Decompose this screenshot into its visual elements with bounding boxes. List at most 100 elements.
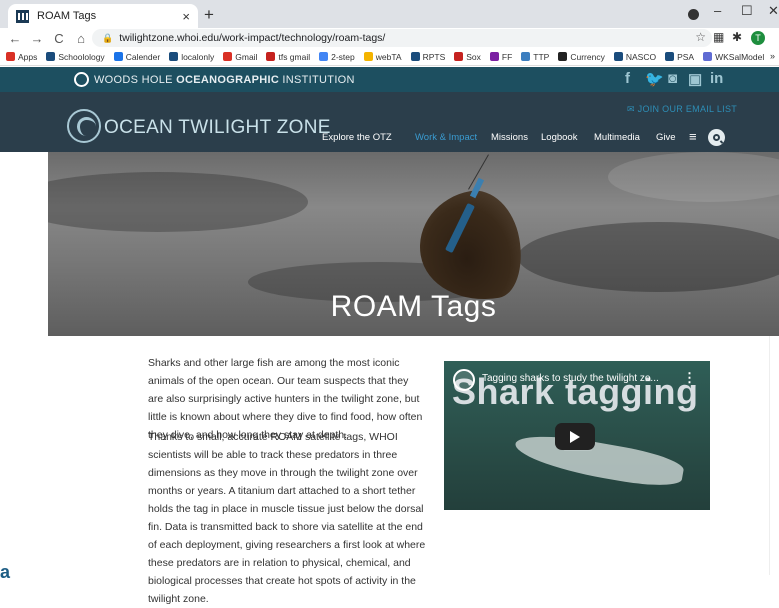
bookmarks-bar: Apps Schoolology Calender localonly Gmail tfs…: [0, 48, 779, 66]
bookmark-favicon-icon: [319, 52, 329, 61]
bookmark-star-icon[interactable]: ☆: [695, 30, 706, 44]
linkedin-icon[interactable]: in: [710, 70, 723, 87]
bookmark-favicon-icon: [169, 52, 179, 61]
bookmark-favicon-icon: [521, 52, 531, 61]
tab-close-icon[interactable]: ×: [182, 9, 190, 24]
youtube-video-embed[interactable]: Shark tagging Tagging sharks to study th…: [444, 361, 710, 510]
bookmark-localonly[interactable]: localonly: [169, 52, 214, 62]
bookmark-label: localonly: [181, 51, 215, 62]
search-button[interactable]: [708, 129, 725, 146]
menu-hamburger-icon[interactable]: ≡: [689, 129, 697, 144]
browser-tab[interactable]: ROAM Tags ×: [8, 4, 198, 28]
wave-shape: [48, 172, 308, 232]
bookmark-label: NASCO: [625, 51, 657, 62]
bookmark-favicon-icon: [113, 52, 123, 61]
bookmark-ttp[interactable]: TTP: [521, 52, 549, 62]
bookmark-favicon-icon: [46, 52, 56, 61]
new-tab-button[interactable]: +: [204, 5, 214, 25]
bookmark-schoolology[interactable]: Schoolology: [46, 52, 105, 62]
bookmark-nasco[interactable]: NASCO: [613, 51, 657, 62]
tag-description-paragraph: Thanks to small, accurate ROAM satellite…: [148, 431, 426, 605]
bookmark-tfs-gmail[interactable]: tfs gmail: [266, 52, 310, 62]
nav-give[interactable]: Give: [656, 132, 676, 143]
site-favicon-icon: [16, 9, 29, 23]
close-window-icon[interactable]: ✕: [768, 3, 779, 19]
profile-avatar[interactable]: T: [751, 31, 765, 45]
youtube-icon[interactable]: ▣: [688, 70, 702, 88]
wave-shape: [518, 222, 779, 292]
video-title[interactable]: Tagging sharks to study the twilight zo.…: [482, 373, 662, 384]
bookmark-favicon-icon: [454, 52, 464, 61]
bookmark-label: Calender: [125, 51, 161, 62]
bookmark-calender[interactable]: Calender: [113, 51, 161, 62]
profile-indicator-icon[interactable]: [688, 9, 699, 20]
footer-logo-fragment: a: [0, 562, 11, 582]
channel-logo-icon[interactable]: [453, 369, 475, 391]
url-field[interactable]: 🔒 twilightzone.whoi.edu/work-impact/tech…: [92, 29, 712, 47]
bookmark-wksalmodel[interactable]: WKSalModel: [703, 52, 764, 62]
whoi-name[interactable]: WOODS HOLE OCEANOGRAPHIC INSTITUTION: [94, 74, 355, 86]
nav-explore-otz[interactable]: Explore the OTZ: [322, 132, 392, 143]
site-name[interactable]: OCEAN TWILIGHT ZONE: [104, 117, 331, 139]
bookmark-2-step[interactable]: 2-step: [319, 52, 355, 62]
bookmark-gmail[interactable]: Gmail: [223, 52, 257, 62]
extension-grid-icon[interactable]: ▦: [713, 30, 724, 44]
extensions-puzzle-icon[interactable]: ✱: [732, 30, 742, 44]
minimize-icon[interactable]: –: [714, 3, 721, 18]
wave-shape: [608, 152, 779, 202]
nav-multimedia[interactable]: Multimedia: [594, 132, 640, 143]
bookmark-ff[interactable]: FF: [489, 51, 513, 62]
more-bookmarks-icon[interactable]: »: [770, 51, 775, 61]
url-text: twilightzone.whoi.edu/work-impact/techno…: [119, 32, 386, 44]
bookmark-favicon-icon: [266, 52, 276, 61]
back-icon[interactable]: ←: [8, 31, 22, 46]
bookmark-label: PSA: [677, 51, 695, 62]
reload-icon[interactable]: C: [52, 31, 66, 46]
nav-work-impact[interactable]: Work & Impact: [415, 132, 477, 143]
email-signup-link[interactable]: ✉ JOIN OUR EMAIL LIST: [627, 104, 737, 115]
bookmark-label: Sox: [466, 51, 481, 62]
facebook-icon[interactable]: f: [625, 70, 630, 87]
bookmark-label: WKSalModel: [715, 51, 765, 62]
instagram-icon[interactable]: ◙: [668, 70, 677, 87]
bookmark-psa[interactable]: PSA: [665, 52, 694, 62]
nav-missions[interactable]: Missions: [491, 132, 528, 143]
hero-image: ROAM Tags: [48, 152, 779, 336]
bookmark-webta[interactable]: webTA: [363, 51, 402, 62]
shark-thumbnail-image: [512, 428, 686, 492]
bookmark-sox[interactable]: Sox: [454, 52, 481, 62]
nav-logbook[interactable]: Logbook: [541, 132, 577, 143]
maximize-icon[interactable]: ☐: [741, 3, 753, 19]
bookmark-label: RPTS: [422, 51, 446, 62]
bookmark-label: Currency: [570, 51, 605, 62]
bookmark-favicon-icon: [613, 52, 623, 61]
whoi-logo-icon[interactable]: [74, 72, 89, 87]
page-title: ROAM Tags: [330, 290, 497, 323]
browser-tab-bar: ROAM Tags × + – ☐ ✕: [0, 0, 779, 28]
bookmark-favicon-icon: [558, 52, 568, 61]
bookmark-rpts[interactable]: RPTS: [410, 51, 446, 62]
envelope-icon: ✉: [627, 104, 638, 114]
forward-icon[interactable]: →: [30, 31, 44, 46]
bookmark-label: Gmail: [235, 51, 258, 62]
bookmark-label: Apps: [18, 51, 38, 62]
otz-logo-icon[interactable]: [67, 109, 101, 143]
bookmark-label: TTP: [533, 51, 550, 62]
site-navbar: OCEAN TWILIGHT ZONE ✉ JOIN OUR EMAIL LIS…: [0, 92, 779, 152]
bookmark-favicon-icon: [223, 52, 233, 61]
bookmark-label: 2-step: [331, 51, 355, 62]
page-scrollbar[interactable]: [769, 336, 779, 575]
bookmark-label: FF: [501, 51, 513, 62]
home-icon[interactable]: ⌂: [74, 31, 88, 46]
bookmark-label: webTA: [375, 51, 402, 62]
lock-icon: 🔒: [102, 32, 114, 43]
bookmark-apps[interactable]: Apps: [6, 52, 37, 62]
bookmark-favicon-icon: [363, 52, 373, 61]
twitter-icon[interactable]: 🐦: [645, 70, 664, 88]
play-icon: [570, 430, 580, 443]
play-button[interactable]: [555, 423, 595, 450]
more-options-icon[interactable]: ⋮: [683, 370, 696, 386]
bookmark-favicon-icon: [489, 52, 499, 61]
bookmark-currency[interactable]: Currency: [558, 51, 605, 62]
bookmark-favicon-icon: [6, 52, 15, 61]
